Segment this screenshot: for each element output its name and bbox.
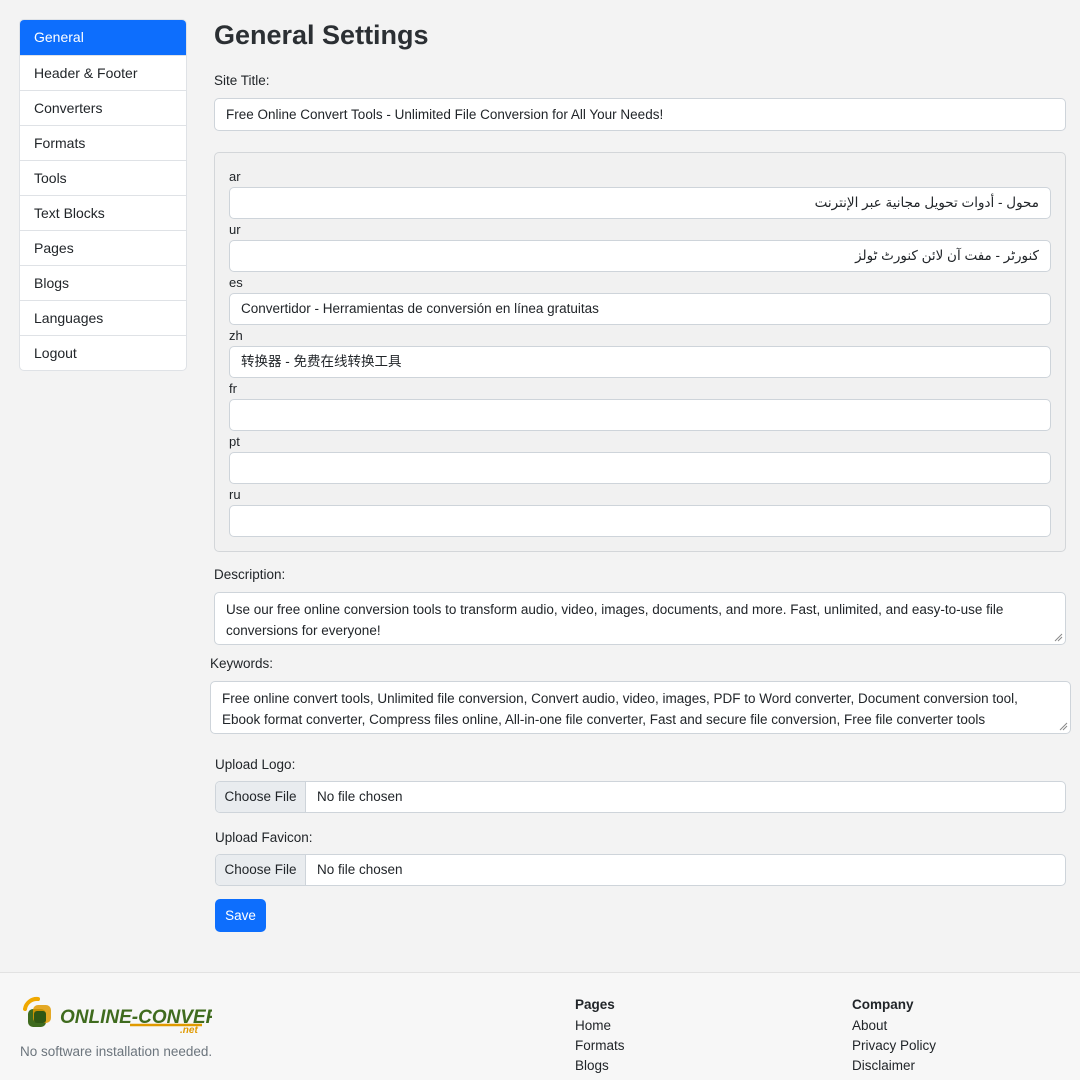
keywords-label: Keywords: [210,656,274,671]
sidebar-item-pages[interactable]: Pages [20,230,186,265]
footer-pages-column: Pages Home Formats Blogs [575,996,625,1076]
sidebar-item-formats[interactable]: Formats [20,125,186,160]
translation-input-ar[interactable]: محول - أدوات تحويل مجانية عبر الإنترنت [229,187,1051,219]
upload-favicon-input[interactable]: Choose File No file chosen [215,854,1066,886]
upload-favicon-choose-button[interactable]: Choose File [216,855,306,885]
settings-sidebar: General Header & Footer Converters Forma… [19,19,187,371]
site-footer: ONLINE-CONVERT .net No software installa… [0,972,1080,1080]
lang-label-pt: pt [229,434,240,449]
footer-link-disclaimer[interactable]: Disclaimer [852,1056,936,1076]
keywords-textarea[interactable]: Free online convert tools, Unlimited fil… [210,681,1071,734]
lang-label-fr: fr [229,381,237,396]
sidebar-item-blogs[interactable]: Blogs [20,265,186,300]
online-convert-logo[interactable]: ONLINE-CONVERT .net [20,995,212,1037]
lang-label-zh: zh [229,328,243,343]
translation-value-ur: کنورٹر - مفت آن لائن کنورٹ ٹولز [855,248,1039,263]
description-textarea[interactable]: Use our free online conversion tools to … [214,592,1066,645]
save-button[interactable]: Save [215,899,266,932]
lang-label-ar: ar [229,169,241,184]
translation-input-zh[interactable]: 转换器 - 免费在线转换工具 [229,346,1051,378]
footer-company-column: Company About Privacy Policy Disclaimer [852,996,936,1076]
keywords-text: Free online convert tools, Unlimited fil… [222,691,1018,727]
description-text: Use our free online conversion tools to … [226,602,1004,638]
footer-link-blogs[interactable]: Blogs [575,1056,625,1076]
resize-grip-icon[interactable] [1059,722,1068,731]
translation-value-zh: 转换器 - 免费在线转换工具 [241,354,402,369]
upload-logo-status: No file chosen [317,789,403,804]
lang-label-es: es [229,275,243,290]
sidebar-item-header-footer[interactable]: Header & Footer [20,55,186,90]
sidebar-item-text-blocks[interactable]: Text Blocks [20,195,186,230]
sidebar-item-tools[interactable]: Tools [20,160,186,195]
sidebar-item-converters[interactable]: Converters [20,90,186,125]
upload-logo-choose-button[interactable]: Choose File [216,782,306,812]
logo-suffix: .net [180,1025,198,1036]
page-title: General Settings [214,20,429,50]
translation-input-ru[interactable] [229,505,1051,537]
site-title-label: Site Title: [214,73,270,88]
translation-input-ur[interactable]: کنورٹر - مفت آن لائن کنورٹ ٹولز [229,240,1051,272]
translation-input-es[interactable]: Convertidor - Herramientas de conversión… [229,293,1051,325]
description-label: Description: [214,567,286,582]
upload-favicon-status: No file chosen [317,862,403,877]
translation-value-ar: محول - أدوات تحويل مجانية عبر الإنترنت [814,195,1039,210]
footer-link-privacy-policy[interactable]: Privacy Policy [852,1036,936,1056]
footer-link-home[interactable]: Home [575,1016,625,1036]
footer-pages-heading: Pages [575,997,615,1012]
translation-value-es: Convertidor - Herramientas de conversión… [241,301,599,316]
sidebar-item-languages[interactable]: Languages [20,300,186,335]
footer-link-about[interactable]: About [852,1016,936,1036]
upload-logo-input[interactable]: Choose File No file chosen [215,781,1066,813]
sidebar-item-general[interactable]: General [20,20,186,55]
lang-label-ru: ru [229,487,241,502]
site-title-translations: ar محول - أدوات تحويل مجانية عبر الإنترن… [214,152,1066,552]
resize-grip-icon[interactable] [1054,633,1063,642]
site-title-input[interactable]: Free Online Convert Tools - Unlimited Fi… [214,98,1066,131]
footer-tagline: No software installation needed. [20,1044,213,1059]
translation-input-pt[interactable] [229,452,1051,484]
footer-link-formats[interactable]: Formats [575,1036,625,1056]
upload-logo-label: Upload Logo: [215,757,296,772]
sidebar-item-logout[interactable]: Logout [20,335,186,370]
upload-favicon-label: Upload Favicon: [215,830,313,845]
lang-label-ur: ur [229,222,241,237]
translation-input-fr[interactable] [229,399,1051,431]
footer-company-heading: Company [852,997,914,1012]
